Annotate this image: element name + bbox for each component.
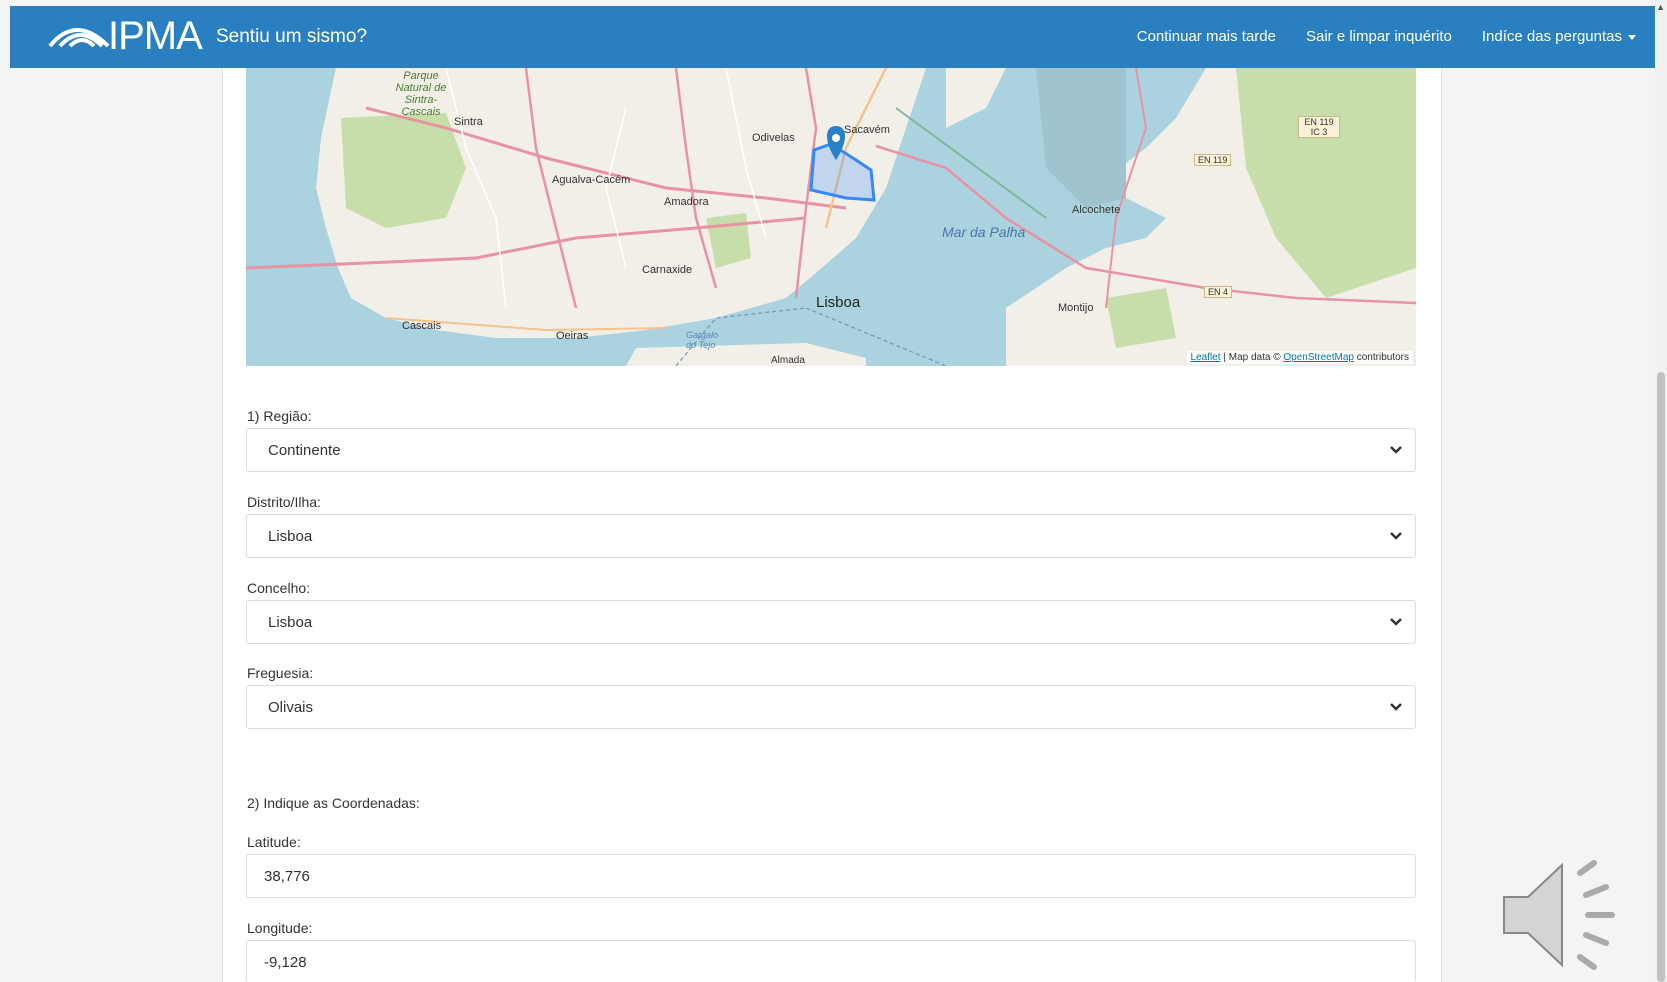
region-question-label: 1) Região: xyxy=(247,408,312,424)
district-label: Distrito/Ilha: xyxy=(247,494,321,510)
map-label-lisboa: Lisboa xyxy=(816,294,861,311)
logo-text: IPMA xyxy=(108,14,203,58)
coordinates-question-label: 2) Indique as Coordenadas: xyxy=(247,795,420,811)
map-label-amadora: Amadora xyxy=(664,196,709,208)
continue-later-link[interactable]: Continuar mais tarde xyxy=(1137,28,1276,45)
ipma-logo[interactable]: IPMA xyxy=(46,14,206,58)
parish-select-value: Olivais xyxy=(268,699,314,716)
latitude-input-value: 38,776 xyxy=(264,868,310,885)
map-attribution: Leaflet | Map data © OpenStreetMap contr… xyxy=(1186,351,1413,364)
location-map[interactable]: Parque Natural de Sintra-Cascais Sintra … xyxy=(246,68,1416,366)
page-scrollbar[interactable]: ▲ xyxy=(1655,0,1667,982)
exit-clear-link[interactable]: Sair e limpar inquérito xyxy=(1306,28,1452,45)
chevron-down-icon xyxy=(1390,446,1402,454)
longitude-input[interactable]: -9,128 xyxy=(246,940,1416,982)
page-subtitle[interactable]: Sentiu um sismo? xyxy=(216,26,367,48)
map-label-park: Parque Natural de Sintra-Cascais xyxy=(395,70,447,118)
map-label-mar-da-palha: Mar da Palha xyxy=(942,224,1026,240)
nav-links: Continuar mais tarde Sair e limpar inqué… xyxy=(1137,28,1636,45)
map-label-alcochete: Alcochete xyxy=(1072,204,1121,216)
map-label-sacavem: Sacavém xyxy=(844,124,890,136)
chevron-down-icon xyxy=(1390,618,1402,626)
scroll-up-arrow-icon[interactable]: ▲ xyxy=(1656,2,1665,12)
map-label-agualva: Agualva-Cacém xyxy=(552,174,631,186)
longitude-label: Longitude: xyxy=(247,920,313,936)
region-select[interactable]: Continente xyxy=(246,428,1416,472)
district-select[interactable]: Lisboa xyxy=(246,514,1416,558)
parish-select[interactable]: Olivais xyxy=(246,685,1416,729)
map-label-en119: EN 119 xyxy=(1194,154,1232,166)
map-label-en119-ic3: EN 119 IC 3 xyxy=(1298,116,1340,138)
map-label-cascais: Cascais xyxy=(402,320,442,332)
map-label-en4: EN 4 xyxy=(1204,286,1233,298)
questions-index-label: Indíce das perguntas xyxy=(1481,28,1622,45)
municipality-select-value: Lisboa xyxy=(268,614,313,631)
top-navbar: IPMA Sentiu um sismo? Continuar mais tar… xyxy=(10,6,1656,68)
district-select-value: Lisboa xyxy=(268,528,313,545)
municipality-select[interactable]: Lisboa xyxy=(246,600,1416,644)
chevron-down-icon xyxy=(1390,703,1402,711)
region-select-value: Continente xyxy=(268,442,341,459)
parish-label: Freguesia: xyxy=(247,665,314,681)
questions-index-dropdown[interactable]: Indíce das perguntas xyxy=(1482,28,1636,45)
map-label-montijo: Montijo xyxy=(1058,302,1094,314)
contributors-text: contributors xyxy=(1356,352,1409,363)
longitude-input-value: -9,128 xyxy=(264,954,307,971)
leaflet-link[interactable]: Leaflet xyxy=(1191,352,1221,363)
map-label-gargalo: Gargalo do Tejo xyxy=(686,330,719,350)
map-label-odivelas: Odivelas xyxy=(752,132,795,144)
map-data-text: | Map data © xyxy=(1223,352,1281,363)
latitude-label: Latitude: xyxy=(247,834,301,850)
chevron-down-icon xyxy=(1390,532,1402,540)
map-label-sintra: Sintra xyxy=(454,116,483,128)
ipma-waves-icon xyxy=(48,28,110,48)
speaker-icon[interactable] xyxy=(1500,855,1630,975)
osm-link[interactable]: OpenStreetMap xyxy=(1283,352,1354,363)
caret-down-icon xyxy=(1628,34,1636,40)
map-label-oeiras: Oeiras xyxy=(556,330,589,342)
map-label-carnaxide: Carnaxide xyxy=(642,264,693,276)
scrollbar-thumb[interactable] xyxy=(1657,372,1665,982)
latitude-input[interactable]: 38,776 xyxy=(246,854,1416,898)
map-label-almada: Almada xyxy=(771,355,805,366)
municipality-label: Concelho: xyxy=(247,580,311,596)
